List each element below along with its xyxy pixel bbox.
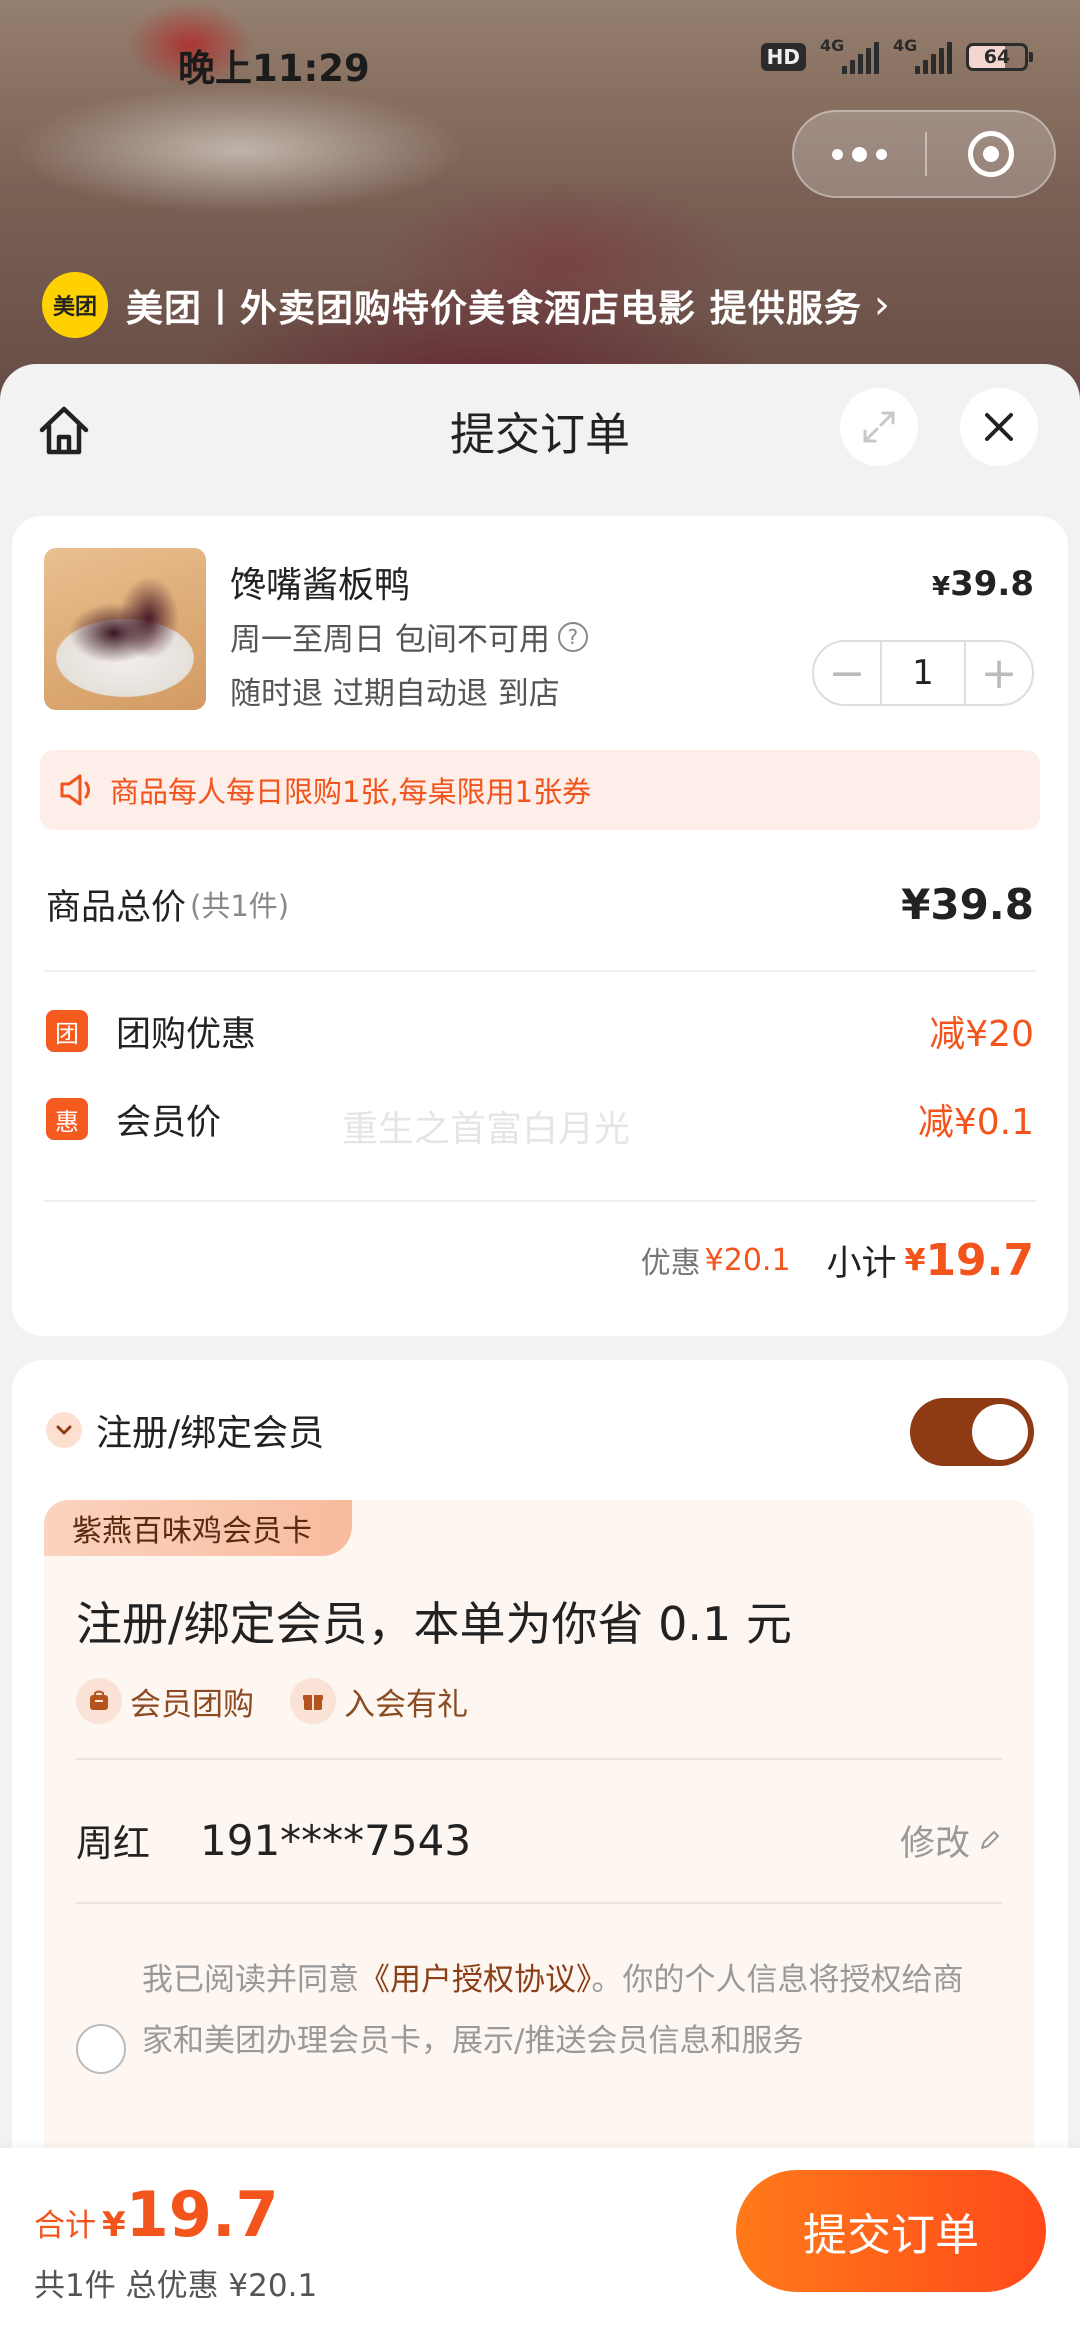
product-usage-info: 周一至周日 包间不可用 ? xyxy=(230,614,588,659)
order-sheet: 提交订单 馋嘴酱板鸭 周一至周日 包间不可用 ? 随时退 过期自动退 到店 ¥3… xyxy=(0,364,1080,2340)
signal-icon: 4G xyxy=(820,36,879,74)
watermark: 重生之首富白月光 xyxy=(342,1109,631,1150)
edit-contact-button[interactable]: 修改 xyxy=(900,1815,1002,1866)
gift-icon xyxy=(290,1678,336,1724)
decrease-button[interactable]: − xyxy=(814,642,880,704)
perk-item: 会员团购 xyxy=(76,1678,254,1724)
divider xyxy=(76,1902,1002,1904)
order-card: 馋嘴酱板鸭 周一至周日 包间不可用 ? 随时退 过期自动退 到店 ¥39.8 −… xyxy=(12,516,1068,1336)
order-total-value: 19.7 xyxy=(125,2178,279,2251)
discount-row-groupbuy: 团 团购优惠 减¥20 xyxy=(46,996,1034,1066)
product-price: ¥39.8 xyxy=(932,564,1034,604)
member-toggle[interactable] xyxy=(910,1398,1034,1466)
quantity-value[interactable]: 1 xyxy=(880,642,966,704)
status-icons: HD 4G 4G 64 xyxy=(760,36,1033,74)
increase-button[interactable]: + xyxy=(966,642,1032,704)
chevron-down-icon xyxy=(46,1412,82,1448)
product-image xyxy=(44,548,206,710)
meituan-logo: 美团 xyxy=(42,272,108,338)
subtotal-row: 优惠 ¥20.1 小计 ¥ 19.7 xyxy=(640,1234,1034,1286)
member-contact-row: 周红 191****7543 修改 xyxy=(76,1800,1002,1880)
subtotal-value: 19.7 xyxy=(925,1234,1034,1286)
contact-phone: 191****7543 xyxy=(200,1815,472,1865)
service-provider-bar[interactable]: 美团 美团丨外卖团购特价美食酒店电影 提供服务 › xyxy=(42,272,890,338)
order-summary: 共1件 总优惠 ¥20.1 xyxy=(34,2268,318,2304)
more-icon[interactable] xyxy=(794,112,925,196)
perk-item: 入会有礼 xyxy=(290,1678,468,1724)
contact-name: 周红 xyxy=(76,1822,150,1865)
divider xyxy=(44,1200,1036,1202)
divider xyxy=(76,1758,1002,1760)
speaker-icon xyxy=(60,774,90,806)
total-price-row: 商品总价 (共1件) ¥39.8 xyxy=(46,879,1034,929)
close-button[interactable] xyxy=(960,388,1038,466)
service-text: 美团丨外卖团购特价美食酒店电影 提供服务 xyxy=(126,287,862,330)
hd-icon: HD xyxy=(760,43,806,71)
exit-miniprogram-icon[interactable] xyxy=(927,112,1054,196)
status-time: 晚上11:29 xyxy=(178,47,370,90)
product-refund-info: 随时退 过期自动退 到店 xyxy=(230,676,560,712)
submit-order-button[interactable]: 提交订单 xyxy=(736,2170,1046,2292)
order-sum: 合计 ¥ 19.7 xyxy=(34,2178,279,2251)
total-price-value: ¥39.8 xyxy=(901,879,1034,929)
agree-checkbox[interactable] xyxy=(76,2024,126,2074)
member-badge-icon: 惠 xyxy=(46,1098,88,1140)
signal-icon: 4G xyxy=(893,36,952,74)
sheet-header: 提交订单 xyxy=(0,364,1080,514)
product-name: 馋嘴酱板鸭 xyxy=(230,565,411,606)
purchase-limit-notice: 商品每人每日限购1张,每桌限用1张券 xyxy=(40,750,1040,830)
expand-icon xyxy=(863,411,895,443)
pencil-icon xyxy=(981,1831,999,1849)
chevron-right-icon: › xyxy=(873,282,890,328)
help-icon[interactable]: ? xyxy=(557,621,588,652)
divider xyxy=(44,970,1036,972)
membership-card-tag: 紫燕百味鸡会员卡 xyxy=(44,1500,352,1556)
user-agreement-link[interactable]: 《用户授权协议》 xyxy=(359,1962,592,1998)
member-perks: 会员团购 入会有礼 xyxy=(76,1678,468,1724)
battery-icon: 64 xyxy=(966,43,1033,71)
miniprogram-capsule xyxy=(792,110,1056,198)
quantity-stepper: − 1 + xyxy=(812,640,1034,706)
expand-button[interactable] xyxy=(840,388,918,466)
groupbuy-badge-icon: 团 xyxy=(46,1010,88,1052)
page-title: 提交订单 xyxy=(449,408,630,461)
status-bar: 晚上11:29 HD 4G 4G 64 xyxy=(0,0,1080,120)
close-icon xyxy=(985,413,1013,441)
agreement-text: 我已阅读并同意《用户授权协议》。你的个人信息将授权给商家和美团办理会员卡，展示/… xyxy=(142,1962,964,2059)
bottom-action-bar: 合计 ¥ 19.7 共1件 总优惠 ¥20.1 提交订单 xyxy=(0,2148,1080,2340)
member-savings-title: 注册/绑定会员，本单为你省 0.1 元 xyxy=(76,1597,792,1651)
member-header: 注册/绑定会员 xyxy=(46,1404,324,1456)
bag-icon xyxy=(76,1678,122,1724)
